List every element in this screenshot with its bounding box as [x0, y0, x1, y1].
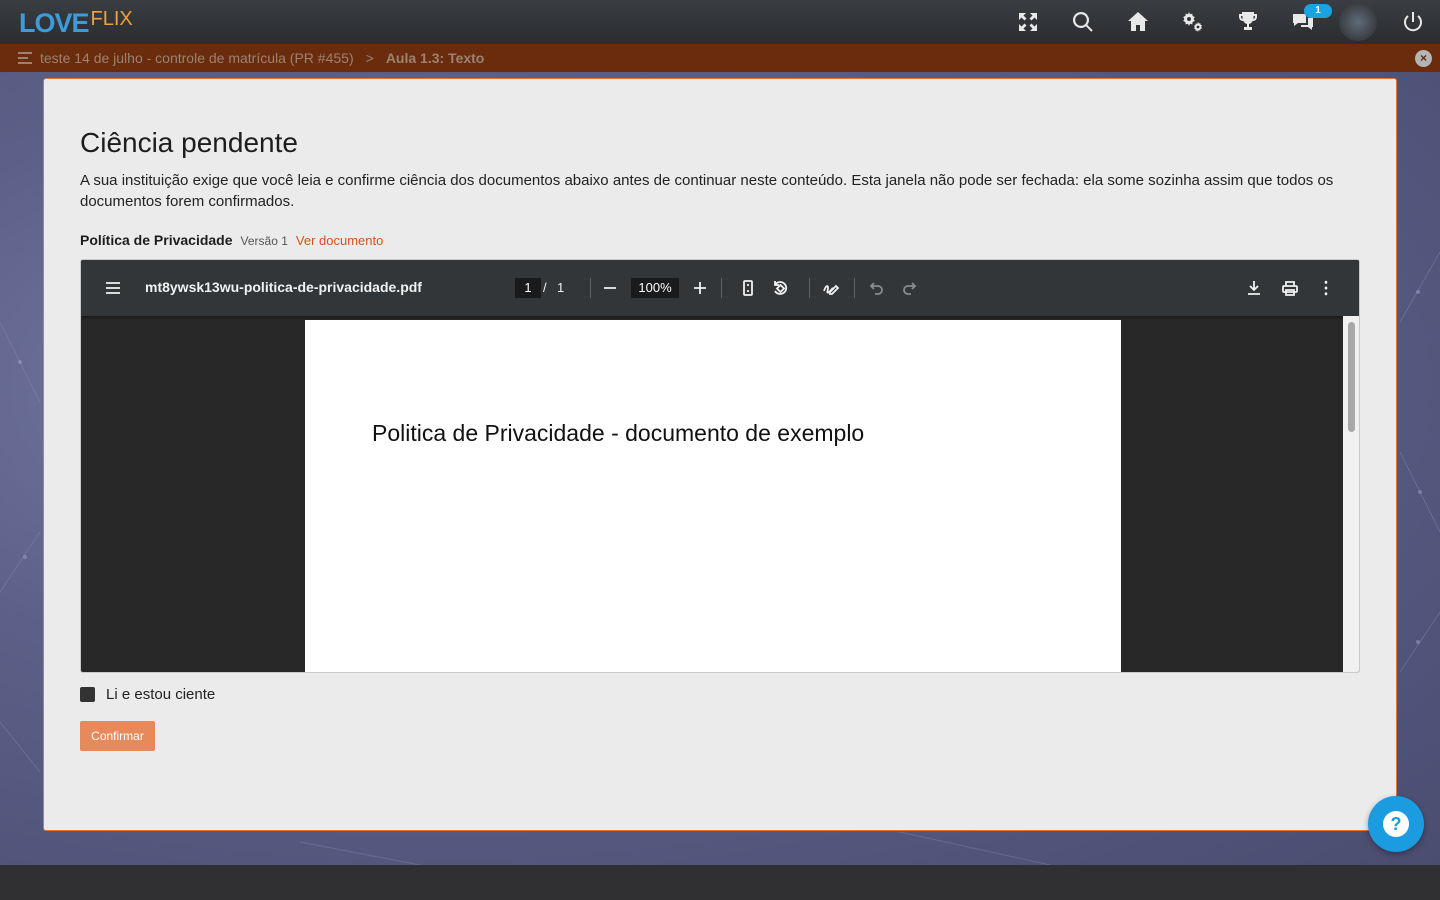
zoom-level-input[interactable]: 100%: [631, 278, 679, 298]
help-button[interactable]: ?: [1368, 796, 1424, 852]
pdf-menu-icon[interactable]: [101, 276, 125, 300]
toolbar-divider: [854, 278, 855, 298]
gears-icon[interactable]: [1165, 0, 1220, 44]
view-document-link[interactable]: Ver documento: [296, 233, 383, 248]
breadcrumb-separator: >: [365, 50, 374, 66]
notification-badge: 1: [1304, 4, 1332, 18]
top-navigation: LOVE FLIX 1: [0, 0, 1440, 44]
document-version: Versão 1: [240, 234, 288, 248]
undo-icon[interactable]: [865, 276, 889, 300]
logo-love-text: LOVE: [19, 8, 90, 38]
user-avatar[interactable]: [1330, 0, 1385, 44]
pdf-viewer: mt8ywsk13wu-politica-de-privacidade.pdf …: [80, 259, 1360, 673]
acknowledge-checkbox[interactable]: [80, 687, 95, 702]
home-icon[interactable]: [1110, 0, 1165, 44]
logo-flix-text: FLIX: [90, 8, 133, 30]
footer-bar: [0, 865, 1440, 900]
redo-icon[interactable]: [897, 276, 921, 300]
close-icon[interactable]: ×: [1415, 50, 1432, 67]
annotate-icon[interactable]: [819, 276, 843, 300]
document-name: Política de Privacidade: [80, 232, 233, 248]
zoom-out-icon[interactable]: [598, 276, 622, 300]
pdf-filename: mt8ywsk13wu-politica-de-privacidade.pdf: [145, 279, 422, 295]
menu-icon[interactable]: [18, 52, 32, 64]
chat-icon[interactable]: 1: [1275, 0, 1332, 44]
acknowledge-checkbox-row[interactable]: Li e estou ciente: [80, 686, 215, 703]
nav-icons: 1: [1000, 0, 1440, 44]
toolbar-divider: [809, 278, 810, 298]
pdf-page: Politica de Privacidade - documento de e…: [305, 320, 1121, 672]
loveflix-logo[interactable]: LOVE FLIX: [19, 6, 133, 38]
modal-description: A sua instituição exige que você leia e …: [80, 172, 1334, 210]
pdf-scrollbar-thumb[interactable]: [1348, 322, 1355, 432]
toolbar-divider: [590, 278, 591, 298]
breadcrumb-course[interactable]: teste 14 de julho - controle de matrícul…: [40, 50, 354, 66]
fullscreen-icon[interactable]: [1000, 0, 1055, 44]
breadcrumb: teste 14 de julho - controle de matrícul…: [0, 44, 1440, 72]
modal-title: Ciência pendente: [80, 127, 298, 158]
pending-acknowledgement-modal: Ciência pendente A sua instituição exige…: [43, 78, 1397, 831]
zoom-in-icon[interactable]: [688, 276, 712, 300]
pdf-scrollbar[interactable]: [1343, 316, 1359, 672]
pdf-page-text: Politica de Privacidade - documento de e…: [372, 420, 865, 446]
avatar: [1338, 3, 1377, 41]
fit-page-icon[interactable]: [736, 276, 760, 300]
print-icon[interactable]: [1278, 276, 1302, 300]
power-icon[interactable]: [1385, 0, 1440, 44]
acknowledge-label[interactable]: Li e estou ciente: [106, 686, 215, 703]
search-icon[interactable]: [1055, 0, 1110, 44]
toolbar-divider: [721, 278, 722, 298]
trophy-icon[interactable]: [1220, 0, 1275, 44]
breadcrumb-lesson[interactable]: Aula 1.3: Texto: [386, 50, 485, 66]
document-header: Política de Privacidade Versão 1 Ver doc…: [80, 232, 383, 248]
pdf-toolbar: mt8ywsk13wu-politica-de-privacidade.pdf …: [81, 260, 1359, 316]
page-number-input[interactable]: 1: [515, 278, 541, 298]
page-total: 1: [557, 280, 565, 295]
download-icon[interactable]: [1242, 276, 1266, 300]
confirm-button[interactable]: Confirmar: [80, 721, 155, 751]
page-separator: /: [543, 280, 547, 295]
help-icon: ?: [1383, 811, 1409, 837]
rotate-icon[interactable]: [768, 276, 792, 300]
more-options-icon[interactable]: [1314, 276, 1338, 300]
